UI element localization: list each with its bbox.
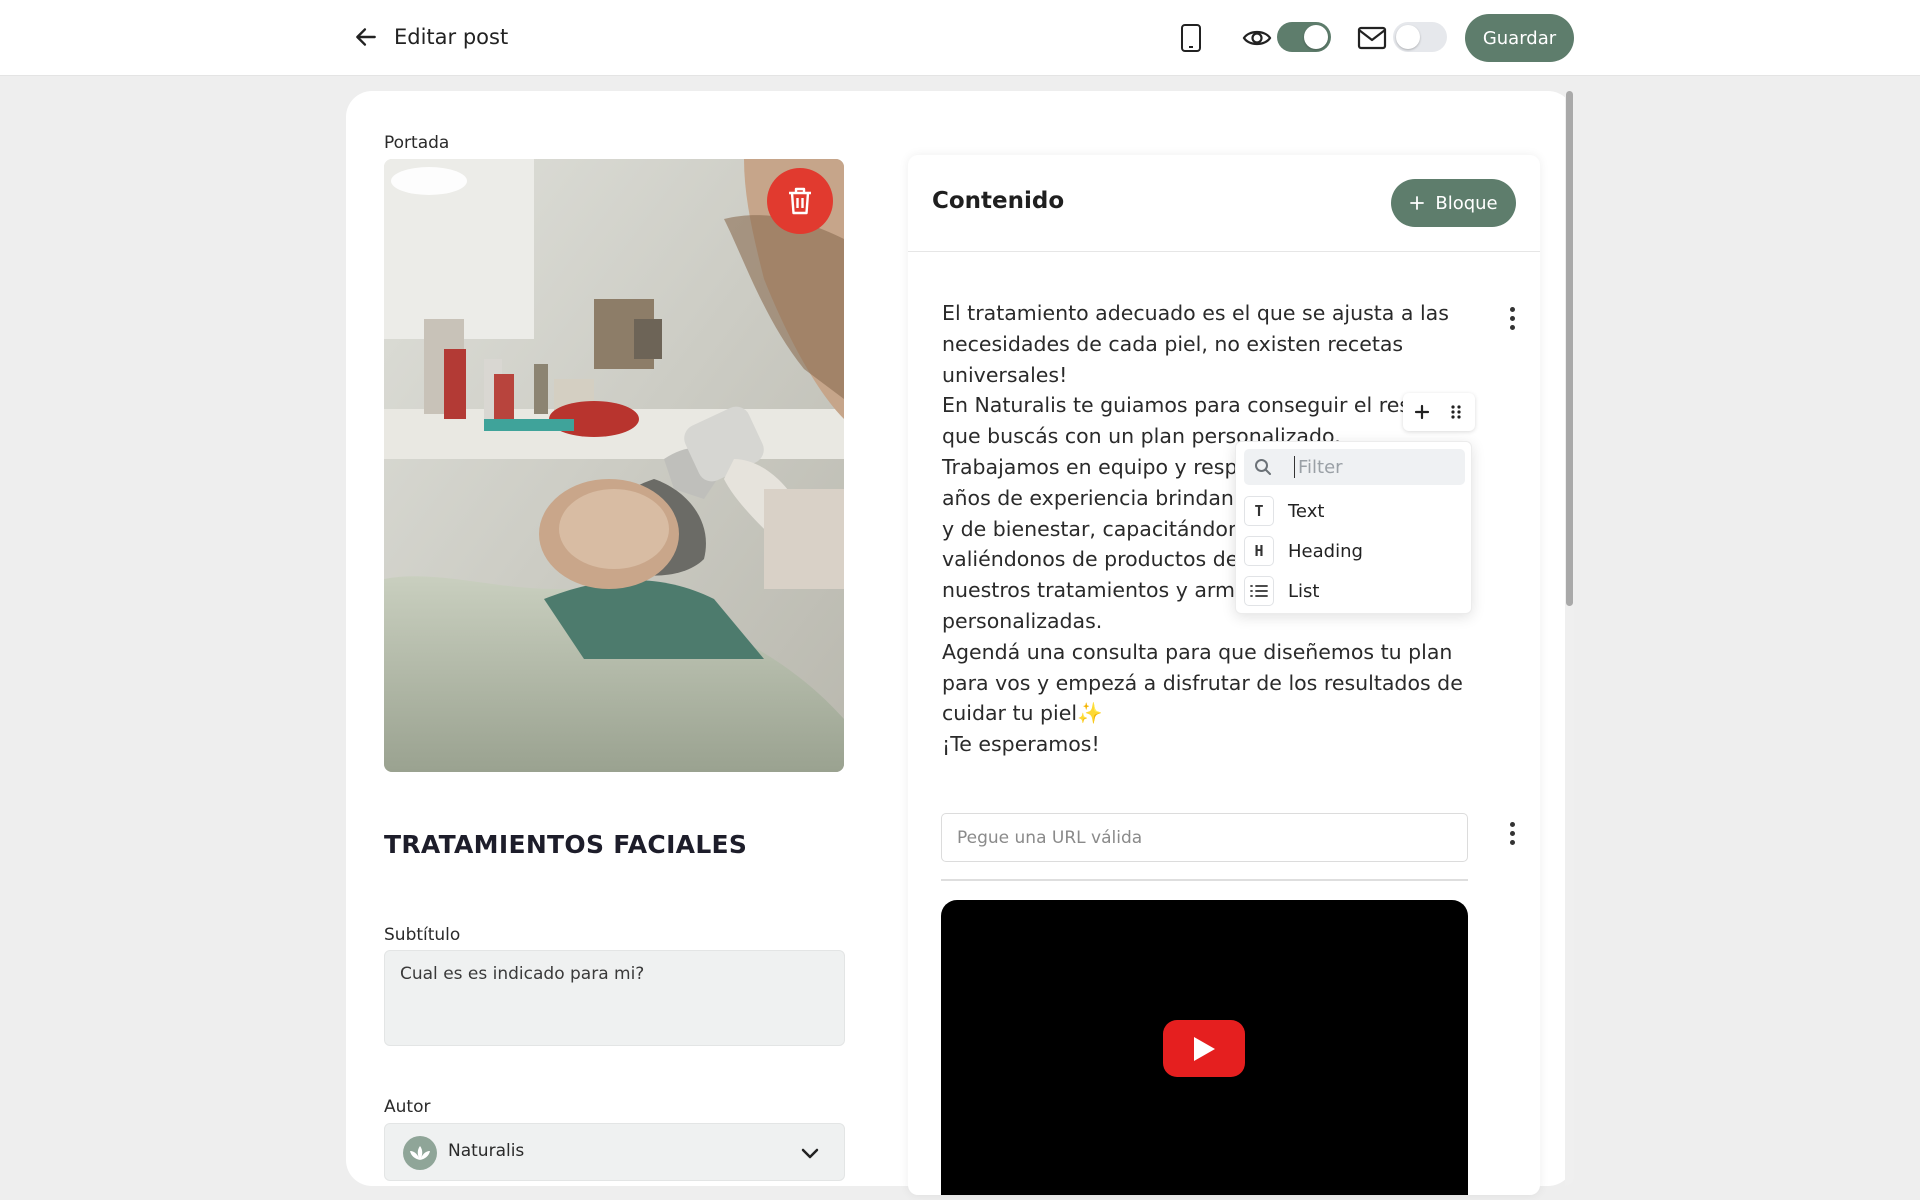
video-url-input[interactable] <box>941 813 1468 862</box>
add-block-button[interactable]: Bloque <box>1391 179 1516 227</box>
plus-icon <box>1410 196 1425 210</box>
url-divider <box>941 879 1468 881</box>
text-type-icon: T <box>1244 496 1274 526</box>
chevron-down-icon <box>801 1148 819 1159</box>
menu-item-label: Heading <box>1288 540 1363 562</box>
cover-photo <box>384 159 844 772</box>
menu-item-heading[interactable]: H Heading <box>1244 533 1465 569</box>
smartphone-icon <box>1181 24 1201 52</box>
text-line: necesidades de cada piel, no existen rec… <box>942 331 1404 356</box>
save-button[interactable]: Guardar <box>1465 14 1574 62</box>
subtitle-field[interactable]: Cual es es indicado para mi? <box>384 950 845 1046</box>
menu-item-list[interactable]: List <box>1244 573 1465 609</box>
subtitle-label: Subtítulo <box>384 925 461 945</box>
text-line: El tratamiento adecuado es el que se aju… <box>942 301 1449 325</box>
back-button[interactable] <box>353 20 393 54</box>
content-title: Contenido <box>932 188 1065 214</box>
menu-item-label: List <box>1288 580 1320 602</box>
text-line: universales! <box>942 362 1068 387</box>
drag-handle[interactable] <box>1441 397 1471 427</box>
mail-icon <box>1357 26 1387 50</box>
text-line: En Naturalis te guiamos para conseguir e… <box>942 393 1437 418</box>
block-toolbar <box>1403 393 1475 431</box>
add-block-inline-button[interactable] <box>1407 397 1437 427</box>
menu-item-label: Text <box>1288 500 1325 522</box>
menu-item-text[interactable]: T Text <box>1244 493 1465 529</box>
preview-button[interactable] <box>1241 22 1273 54</box>
mobile-preview-button[interactable] <box>1176 20 1206 56</box>
text-block-menu-button[interactable] <box>1502 303 1522 333</box>
search-icon <box>1255 459 1271 475</box>
toggle-knob <box>1304 25 1328 49</box>
filter-box <box>1244 449 1465 485</box>
page-title: Editar post <box>394 25 509 49</box>
scrollbar-thumb[interactable] <box>1566 91 1573 606</box>
toggle-knob <box>1396 25 1420 49</box>
author-label: Autor <box>384 1097 431 1117</box>
content-divider <box>908 251 1540 252</box>
kebab-dot <box>1509 830 1515 836</box>
text-line: Agendá una consulta para que diseñemos t… <box>942 639 1453 664</box>
kebab-dot <box>1509 821 1515 827</box>
cover-label: Portada <box>384 133 450 153</box>
top-bar: Editar post Guardar <box>0 0 1920 76</box>
kebab-dot <box>1509 324 1515 330</box>
eye-icon <box>1242 30 1272 46</box>
text-line: cuidar tu piel✨ <box>942 701 1103 726</box>
kebab-dot <box>1509 315 1515 321</box>
kebab-dot <box>1509 839 1515 845</box>
plus-icon <box>1414 404 1430 420</box>
youtube-play-button[interactable] <box>1163 1020 1245 1077</box>
video-embed[interactable] <box>941 900 1468 1195</box>
email-button[interactable] <box>1356 22 1388 54</box>
author-select[interactable]: Naturalis <box>384 1123 845 1181</box>
filter-input[interactable] <box>1294 456 1454 478</box>
heading-type-icon: H <box>1244 536 1274 566</box>
lotus-icon <box>410 1146 430 1160</box>
author-value: Naturalis <box>448 1141 525 1161</box>
cover-image <box>384 159 844 772</box>
trash-icon <box>789 187 811 215</box>
post-title[interactable]: TRATAMIENTOS FACIALES <box>384 830 747 859</box>
play-icon <box>1194 1036 1215 1061</box>
block-type-menu: T Text H Heading List <box>1235 441 1472 614</box>
add-block-label: Bloque <box>1435 192 1498 214</box>
video-block-menu-button[interactable] <box>1502 818 1522 848</box>
kebab-dot <box>1509 306 1515 312</box>
avatar <box>403 1136 437 1170</box>
delete-cover-button[interactable] <box>767 168 833 234</box>
email-toggle[interactable] <box>1393 22 1447 52</box>
list-icon <box>1244 576 1274 606</box>
drag-handle-icon <box>1451 405 1461 419</box>
arrow-left-icon <box>356 28 376 46</box>
text-line: para vos y empezá a disfrutar de los res… <box>942 670 1463 695</box>
preview-toggle[interactable] <box>1277 22 1331 52</box>
text-line: ¡Te esperamos! <box>942 732 1100 757</box>
